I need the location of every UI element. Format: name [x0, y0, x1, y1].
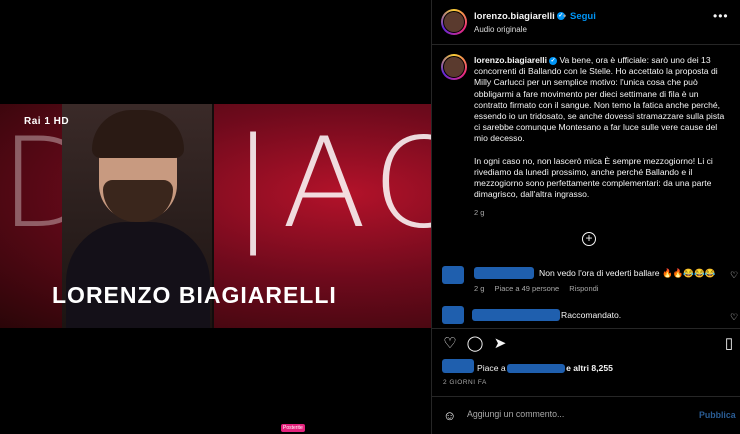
more-options-icon[interactable]: ••• [713, 9, 729, 23]
person-beard [103, 180, 173, 222]
author-username[interactable]: lorenzo.biagiarelli ✓ [474, 11, 565, 22]
caption-username[interactable]: lorenzo.biagiarelli ✓ [474, 55, 558, 65]
audio-label[interactable]: Audio originale [474, 25, 527, 34]
redacted-username [474, 267, 534, 279]
caption-paragraph-2: In ogni caso no, non lascerò mica È semp… [474, 155, 713, 200]
action-bar: ♡ ◯ ➤ ▯ [432, 332, 740, 356]
redacted-liker-name [507, 364, 565, 373]
post-side-panel: lorenzo.biagiarelli ✓ • Segui Audio origi… [431, 0, 740, 434]
redacted-username [472, 309, 560, 321]
comment-bubble-icon[interactable]: ◯ [466, 335, 484, 353]
post-caption: lorenzo.biagiarelli ✓ Va bene, ora è uffi… [474, 55, 732, 200]
comment-meta: 2 g Piace a 49 persone Rispondi [474, 284, 606, 293]
verified-badge-icon: ✓ [549, 56, 558, 65]
separator-dot: • [563, 11, 567, 21]
share-send-icon[interactable]: ➤ [491, 335, 509, 353]
video-player[interactable]: D |AC Rai 1 HD LORENZO BIAGIARELLI 🔇 [0, 104, 431, 328]
like-heart-icon[interactable]: ♡ [441, 335, 459, 353]
watermark-badge: Posterite [281, 424, 305, 432]
emoji-icon[interactable]: ☺ [443, 408, 456, 423]
divider [432, 328, 740, 329]
comment-avatar-redacted[interactable] [442, 266, 464, 284]
comment-like-heart-icon[interactable]: ♡ [730, 312, 738, 323]
caption-timestamp: 2 g [474, 208, 485, 217]
follow-button[interactable]: Segui [570, 11, 596, 22]
add-comment-input[interactable] [467, 409, 687, 419]
comment-avatar-redacted[interactable] [442, 306, 464, 324]
post-header: lorenzo.biagiarelli ✓ • Segui Audio origi… [432, 0, 740, 45]
video-caption-name: LORENZO BIAGIARELLI [52, 282, 337, 308]
comment-likes-count[interactable]: Piace a 49 persone [495, 284, 560, 293]
instagram-post-view: D |AC Rai 1 HD LORENZO BIAGIARELLI 🔇 lor… [0, 0, 740, 434]
comment-text: Non vedo l'ora di vederti ballare 🔥🔥😂😂😂 [539, 268, 716, 278]
decor-letters-right: |AC [232, 112, 431, 256]
person-hair [92, 110, 184, 158]
load-more-comments-icon[interactable]: + [582, 232, 596, 246]
comment-text: Raccomandato. [561, 310, 622, 320]
likes-avatar-redacted [442, 359, 474, 373]
post-age: 2 GIORNI FA [443, 379, 487, 386]
media-area: D |AC Rai 1 HD LORENZO BIAGIARELLI 🔇 [0, 0, 431, 434]
caption-author-avatar[interactable] [441, 54, 467, 80]
save-bookmark-icon[interactable]: ▯ [720, 335, 738, 353]
reply-button[interactable]: Rispondi [569, 284, 598, 293]
caption-paragraph-1: Va bene, ora è ufficiale: sarò uno dei 1… [474, 55, 725, 144]
person-torso [66, 222, 210, 328]
publish-button[interactable]: Pubblica [699, 410, 736, 420]
rai-channel-logo: Rai 1 HD [24, 116, 70, 127]
author-avatar[interactable] [441, 9, 467, 35]
comment-like-heart-icon[interactable]: ♡ [730, 270, 738, 281]
add-comment-row: ☺ Pubblica [432, 396, 740, 434]
comment-timestamp: 2 g [474, 284, 485, 293]
